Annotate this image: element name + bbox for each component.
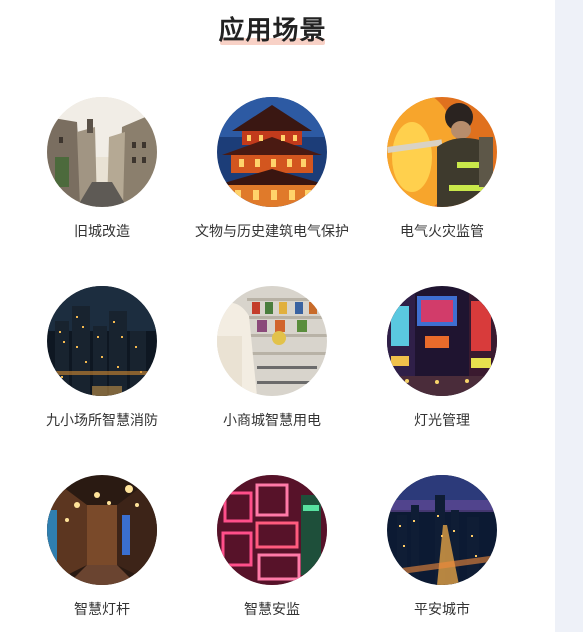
scenario-label: 灯光管理 [414,413,470,429]
scenario-label: 九小场所智慧消防 [46,413,158,429]
scenario-label: 智慧安监 [244,602,300,618]
scenario-label: 小商城智慧用电 [223,413,321,429]
firefighter-flames-photo [387,97,497,207]
supermarket-shopping-photo [217,286,327,396]
scenario-card-small-venues[interactable]: 九小场所智慧消防 [12,286,192,430]
scenario-label: 旧城改造 [74,224,130,240]
scenario-card-safety-supervision[interactable]: 智慧安监 [182,475,362,619]
scenario-card-old-city[interactable]: 旧城改造 [12,97,192,241]
scenario-label: 平安城市 [414,602,470,618]
street-lamps-alley-photo [47,475,157,585]
aerial-city-night-photo [387,475,497,585]
old-city-street-photo [47,97,157,207]
scenario-card-small-mall[interactable]: 小商城智慧用电 [182,286,362,430]
neon-street-lights-photo [387,286,497,396]
scenario-card-safe-city[interactable]: 平安城市 [352,475,532,619]
scenario-card-fire-monitoring[interactable]: 电气火灾监管 [352,97,532,241]
scenario-card-heritage[interactable]: 文物与历史建筑电气保护 [182,97,362,241]
scenario-label: 电气火灾监管 [400,224,484,240]
scenario-grid: 旧城改造 文物与历史建筑电气保护 电气火灾监管 九小场所智慧消防 小商城智慧用电… [0,0,555,632]
scenario-card-smart-lamppost[interactable]: 智慧灯杆 [12,475,192,619]
scenario-card-lighting-management[interactable]: 灯光管理 [352,286,532,430]
scenario-label: 智慧灯杆 [74,602,130,618]
neon-signs-photo [217,475,327,585]
scenario-label: 文物与历史建筑电气保护 [195,224,349,240]
city-skyline-night-photo [47,286,157,396]
historic-pagoda-night-photo [217,97,327,207]
right-panel-strip [555,0,583,632]
